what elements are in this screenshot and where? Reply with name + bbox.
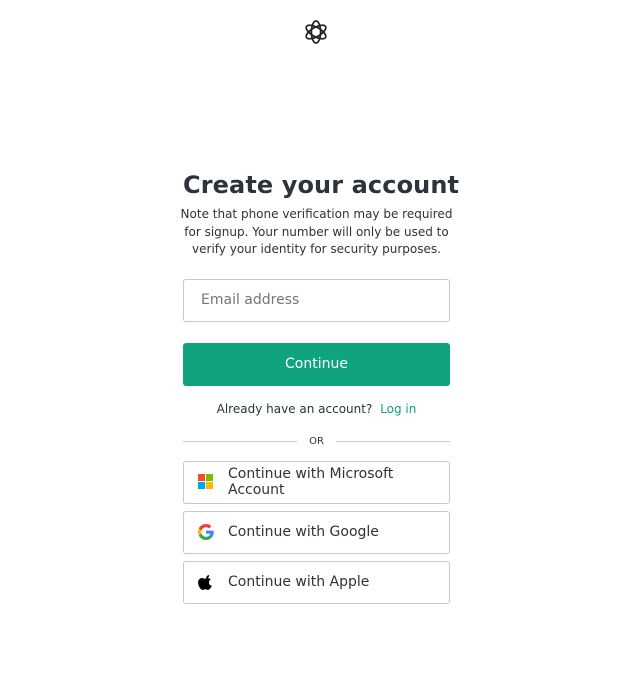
divider-line-right: [335, 441, 451, 442]
microsoft-signin-button[interactable]: Continue with Microsoft Account: [183, 460, 450, 504]
apple-icon: [198, 574, 214, 590]
email-field[interactable]: [183, 278, 450, 322]
continue-button[interactable]: Continue: [183, 342, 450, 386]
or-divider: OR: [183, 435, 451, 449]
login-link[interactable]: Log in: [380, 402, 416, 416]
openai-logo-icon: [302, 18, 330, 46]
google-signin-button[interactable]: Continue with Google: [183, 510, 450, 554]
microsoft-signin-label: Continue with Microsoft Account: [228, 466, 394, 498]
apple-signin-label: Continue with Apple: [228, 574, 370, 590]
divider-text: OR: [309, 435, 324, 447]
verification-note: Note that phone verification may be requ…: [180, 207, 453, 256]
google-icon: [198, 524, 214, 540]
microsoft-icon: [198, 474, 214, 490]
signup-panel: Create your account Note that phone veri…: [181, 168, 460, 604]
apple-signin-button[interactable]: Continue with Apple: [183, 560, 450, 604]
page-title: Create your account: [183, 171, 460, 199]
google-signin-label: Continue with Google: [228, 524, 379, 540]
login-row: Already have an account? Log in: [183, 401, 450, 417]
divider-line-left: [183, 441, 298, 442]
login-prompt: Already have an account?: [216, 401, 373, 416]
